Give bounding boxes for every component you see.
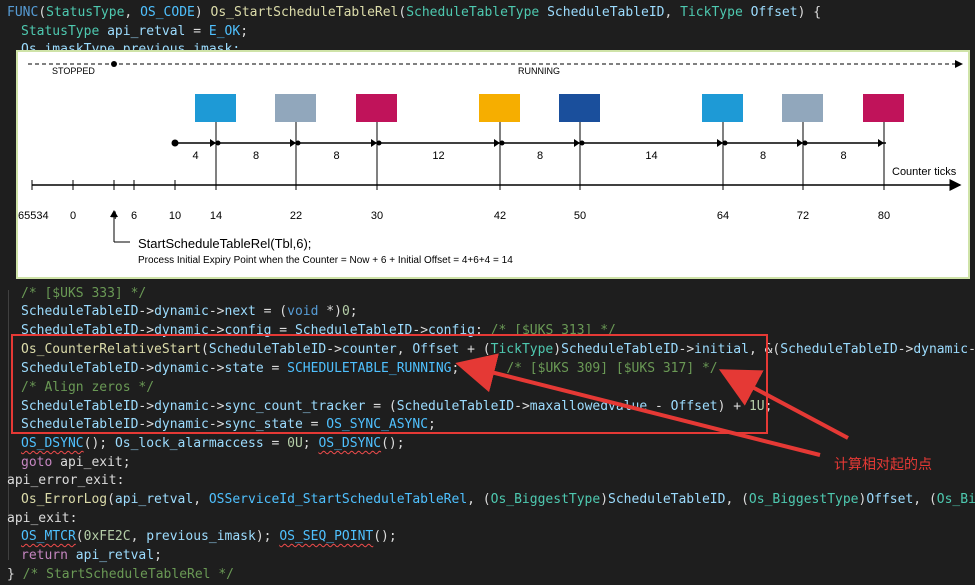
arrow-to-offset	[455, 353, 821, 457]
annotation-arrows	[455, 353, 849, 457]
arrow-to-initial	[718, 369, 849, 440]
